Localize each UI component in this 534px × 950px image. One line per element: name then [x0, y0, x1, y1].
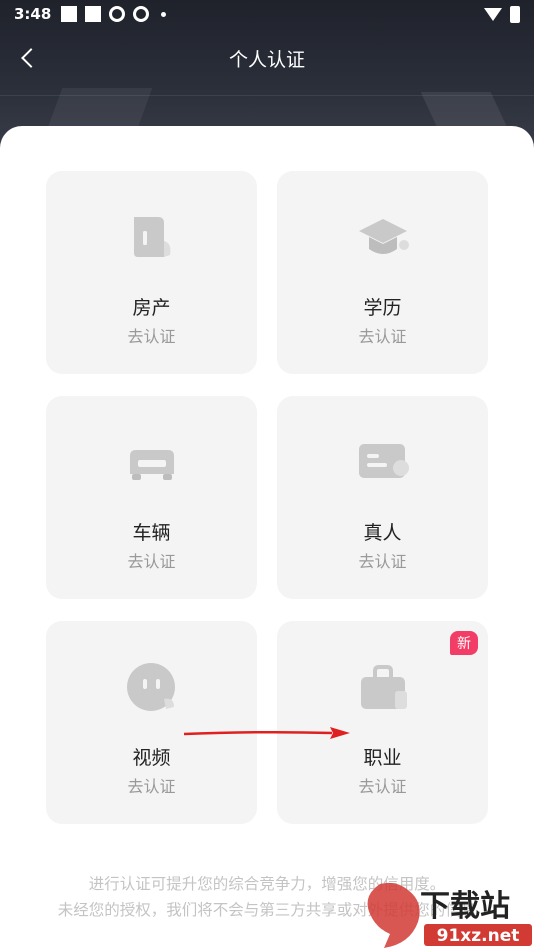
card-subtitle: 去认证	[358, 552, 407, 571]
more-notifications-icon	[161, 11, 167, 17]
card-title: 视频	[132, 747, 171, 769]
house-icon	[133, 217, 170, 257]
status-bar: 3:48	[0, 0, 534, 28]
site-watermark: 下载站 91xz.net	[367, 882, 532, 948]
briefcase-icon	[360, 665, 407, 709]
card-video[interactable]: 视频 去认证	[46, 621, 257, 824]
navigation-bar: 个人认证	[0, 36, 534, 80]
card-subtitle: 去认证	[127, 327, 176, 346]
card-subtitle: 去认证	[358, 327, 407, 346]
battery-icon	[510, 5, 520, 23]
card-subtitle: 去认证	[358, 777, 407, 796]
video-face-icon	[126, 663, 175, 711]
graduation-cap-icon	[358, 219, 409, 254]
car-icon	[129, 450, 174, 480]
notification-icon	[61, 6, 78, 22]
sync-icon	[133, 6, 150, 22]
new-badge: 新	[450, 631, 478, 655]
wifi-icon	[484, 7, 502, 21]
watermark-site: 91xz.net	[437, 926, 520, 946]
card-title: 职业	[363, 747, 402, 769]
card-subtitle: 去认证	[127, 552, 176, 571]
card-title: 真人	[363, 522, 402, 544]
card-education[interactable]: 学历 去认证	[277, 171, 488, 374]
card-title: 车辆	[132, 522, 171, 544]
watermark-logo-icon	[367, 882, 420, 948]
page-title: 个人认证	[228, 48, 305, 71]
sync-icon	[109, 6, 126, 22]
card-real-person[interactable]: 真人 去认证	[277, 396, 488, 599]
card-title: 房产	[132, 297, 171, 319]
annotation-arrow-icon	[183, 727, 350, 739]
id-card-icon	[358, 444, 409, 478]
chevron-left-icon	[21, 48, 41, 68]
card-title: 学历	[363, 297, 402, 319]
card-subtitle: 去认证	[127, 777, 176, 796]
header-decoration	[47, 88, 153, 128]
back-button[interactable]	[12, 42, 44, 74]
notification-icon	[85, 6, 102, 22]
header-decoration	[0, 95, 534, 96]
card-occupation[interactable]: 新 职业 去认证	[277, 621, 488, 824]
watermark-brand: 下载站	[420, 889, 510, 924]
status-time: 3:48	[14, 5, 52, 23]
card-property[interactable]: 房产 去认证	[46, 171, 257, 374]
card-vehicle[interactable]: 车辆 去认证	[46, 396, 257, 599]
